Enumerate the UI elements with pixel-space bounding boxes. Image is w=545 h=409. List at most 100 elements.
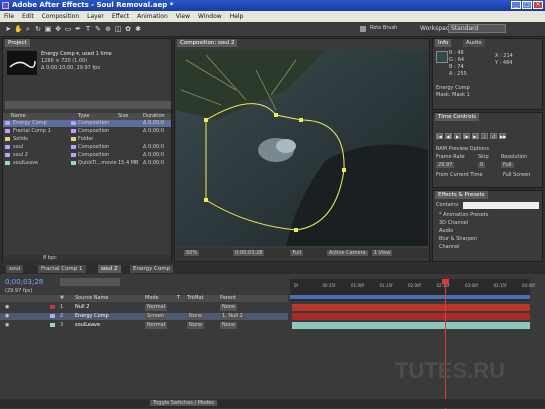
- menu-layer[interactable]: Layer: [83, 13, 108, 20]
- tab-info[interactable]: Info: [435, 39, 452, 47]
- layer-duration-bar[interactable]: [292, 313, 530, 320]
- last-frame-icon[interactable]: ▶|: [472, 133, 479, 139]
- eraser-tool-icon[interactable]: ◫: [114, 25, 122, 33]
- menu-composition[interactable]: Composition: [38, 13, 83, 20]
- col-source-name[interactable]: Source Name: [75, 295, 109, 302]
- col-name[interactable]: Name: [11, 113, 26, 120]
- magnification-dropdown[interactable]: 50%: [184, 250, 200, 256]
- col-mode[interactable]: Mode: [145, 295, 159, 302]
- effects-category[interactable]: Channel: [439, 244, 460, 250]
- puppet-tool-icon[interactable]: ✱: [134, 25, 142, 33]
- current-time-indicator[interactable]: [445, 279, 446, 409]
- project-item[interactable]: Energy Comp Composition Δ 0;00;0: [3, 120, 171, 127]
- layer-parent-dropdown[interactable]: None: [220, 322, 238, 329]
- roto-brush-checkbox[interactable]: [360, 26, 366, 32]
- loop-icon[interactable]: ↺: [490, 133, 497, 139]
- full-screen-checkbox[interactable]: Full Screen: [503, 172, 530, 178]
- project-item[interactable]: Solids Folder: [3, 136, 171, 143]
- effects-category[interactable]: Blur & Sharpen: [439, 236, 477, 242]
- tab-timeline-soul2[interactable]: soul 2: [98, 265, 121, 273]
- col-trkmat[interactable]: TrkMat: [187, 295, 204, 302]
- layer-row[interactable]: ◉ 1 Null 2 Normal None: [0, 304, 288, 311]
- timeline-timecode[interactable]: 0;00;03;28: [5, 278, 43, 286]
- layer-parent-dropdown[interactable]: None: [220, 304, 238, 311]
- frame-rate-dropdown[interactable]: 29.97: [436, 162, 455, 168]
- effects-category[interactable]: Audio: [439, 228, 453, 234]
- audio-icon[interactable]: ♪: [481, 133, 488, 139]
- col-type[interactable]: Type: [78, 113, 89, 120]
- menu-view[interactable]: View: [172, 13, 194, 20]
- item-label-color[interactable]: [71, 121, 76, 125]
- layer-duration-bar[interactable]: [292, 304, 530, 311]
- time-indicator-head[interactable]: [442, 279, 449, 284]
- layer-duration-bar[interactable]: [292, 322, 530, 329]
- item-label-color[interactable]: [71, 161, 76, 165]
- col-num[interactable]: #: [60, 295, 64, 302]
- project-item[interactable]: Fractal Comp 1 Composition Δ 0;00;0: [3, 128, 171, 135]
- zoom-tool-icon[interactable]: ⌕: [24, 25, 32, 33]
- composition-viewer[interactable]: [176, 50, 428, 246]
- hand-tool-icon[interactable]: ✋: [14, 25, 23, 33]
- current-time-display[interactable]: 0;00;03;28: [233, 250, 265, 256]
- project-item[interactable]: soul 2 Composition Δ 0;00;0: [3, 152, 171, 159]
- roto-brush-tool-icon[interactable]: ✿: [124, 25, 132, 33]
- layer-name[interactable]: soulLeave: [75, 322, 100, 329]
- layer-row[interactable]: ◉ 2 Energy Comp Screen None 1. Null 2: [0, 313, 288, 320]
- col-duration[interactable]: Duration: [143, 113, 165, 120]
- layer-parent-dropdown[interactable]: 1. Null 2: [220, 313, 245, 320]
- tab-audio[interactable]: Audio: [463, 39, 485, 47]
- tab-timeline-energy[interactable]: Energy Comp: [130, 265, 174, 273]
- camera-tool-icon[interactable]: ▣: [44, 25, 52, 33]
- workspace-dropdown[interactable]: Standard: [448, 24, 506, 33]
- rectangle-mask-tool-icon[interactable]: ▭: [64, 25, 72, 33]
- bpc-label[interactable]: 8 bpc: [43, 255, 57, 262]
- col-parent[interactable]: Parent: [220, 295, 236, 302]
- layer-label-color[interactable]: [50, 305, 55, 309]
- minimize-button[interactable]: _: [511, 1, 521, 9]
- project-item[interactable]: soul Composition Δ 0;00;0: [3, 144, 171, 151]
- from-current-time-checkbox[interactable]: From Current Time: [436, 172, 483, 178]
- timeline-search-input[interactable]: [60, 278, 120, 286]
- pan-behind-tool-icon[interactable]: ✥: [54, 25, 62, 33]
- layer-label-color[interactable]: [50, 314, 55, 318]
- clone-stamp-tool-icon[interactable]: ⊕: [104, 25, 112, 33]
- toggle-switches-modes-button[interactable]: Toggle Switches / Modes: [150, 400, 217, 406]
- effects-search-input[interactable]: [463, 202, 539, 209]
- maximize-button[interactable]: □: [522, 1, 532, 9]
- menu-help[interactable]: Help: [226, 13, 248, 20]
- layer-trkmat-dropdown[interactable]: None: [187, 313, 205, 320]
- menu-effect[interactable]: Effect: [108, 13, 133, 20]
- camera-dropdown[interactable]: Active Camera: [327, 250, 368, 256]
- next-frame-icon[interactable]: |▶: [463, 133, 470, 139]
- visibility-eye-icon[interactable]: ◉: [5, 313, 9, 320]
- work-area-bar[interactable]: [290, 295, 530, 299]
- layer-row[interactable]: ◉ 3 soulLeave Normal None None: [0, 322, 288, 329]
- play-icon[interactable]: ▶: [454, 133, 461, 139]
- view-layout-dropdown[interactable]: 1 View: [371, 250, 393, 256]
- item-label-color[interactable]: [71, 145, 76, 149]
- tab-effects-presets[interactable]: Effects & Presets: [435, 191, 488, 199]
- item-label-color[interactable]: [71, 137, 76, 141]
- layer-name[interactable]: Energy Comp: [75, 313, 109, 320]
- visibility-eye-icon[interactable]: ◉: [5, 322, 9, 329]
- visibility-eye-icon[interactable]: ◉: [5, 304, 9, 311]
- first-frame-icon[interactable]: |◀: [436, 133, 443, 139]
- effects-category[interactable]: * Animation Presets: [439, 212, 488, 218]
- layer-mode-dropdown[interactable]: Screen: [145, 313, 167, 320]
- tab-timeline-fractal[interactable]: Fractal Comp 1: [38, 265, 86, 273]
- menu-window[interactable]: Window: [194, 13, 226, 20]
- previous-frame-icon[interactable]: ◀|: [445, 133, 452, 139]
- menu-edit[interactable]: Edit: [18, 13, 38, 20]
- col-size[interactable]: Size: [118, 113, 128, 120]
- item-label-color[interactable]: [71, 153, 76, 157]
- effects-category[interactable]: 3D Channel: [439, 220, 468, 226]
- menu-animation[interactable]: Animation: [133, 13, 172, 20]
- layer-name[interactable]: Null 2: [75, 304, 89, 311]
- skip-input[interactable]: 0: [478, 162, 486, 168]
- rotate-tool-icon[interactable]: ↻: [34, 25, 42, 33]
- selection-tool-icon[interactable]: ➤: [4, 25, 12, 33]
- tab-project[interactable]: Project: [5, 39, 30, 47]
- tab-timeline-soul[interactable]: soul: [6, 265, 24, 273]
- resolution-select[interactable]: Full: [501, 162, 514, 168]
- project-item[interactable]: soulLeave QuickTi...movie 15.4 MB Δ 0;00;0: [3, 160, 171, 167]
